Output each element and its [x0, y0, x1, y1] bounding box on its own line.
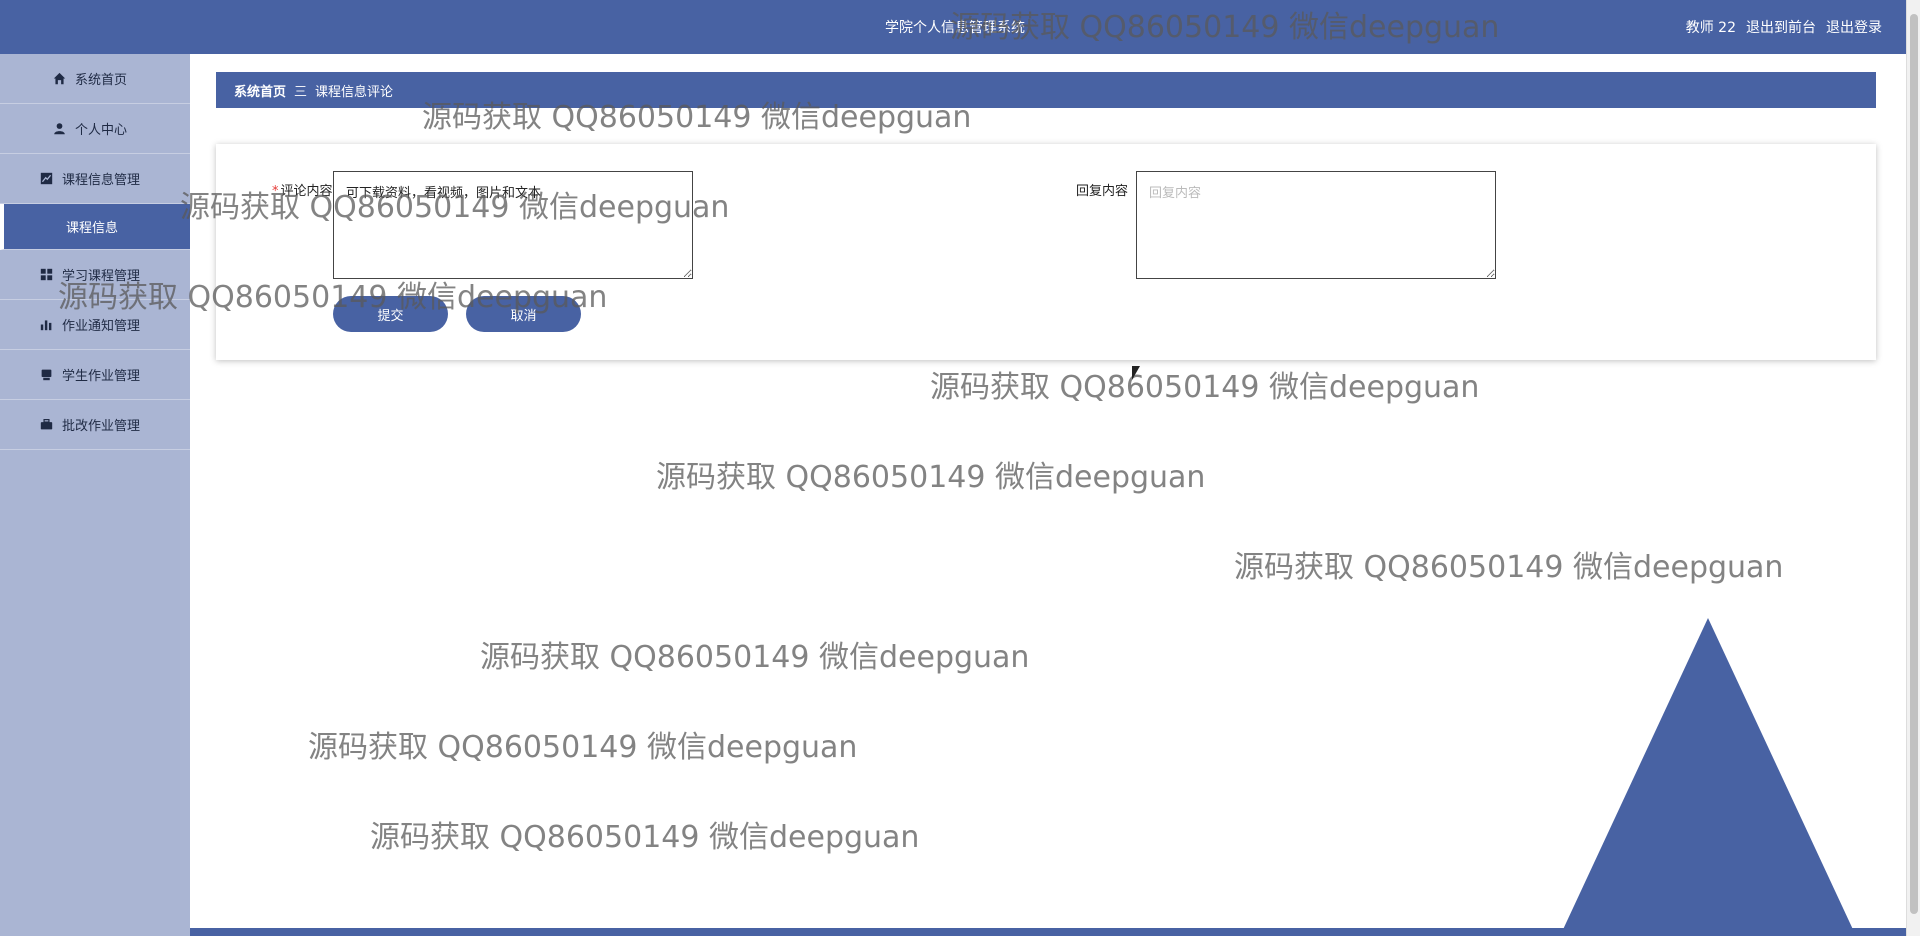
sidebar: 系统首页 个人中心 课程信息管理 课程信息 学习课程管理 作业通知管理 学生作业… — [0, 54, 190, 936]
logout-link[interactable]: 退出登录 — [1826, 17, 1882, 37]
reply-textarea[interactable] — [1136, 171, 1496, 279]
top-bar: 学院个人信息管理系统 教师 22 退出到前台 退出登录 — [0, 0, 1920, 54]
scrollbar-thumb[interactable] — [1910, 14, 1918, 914]
comment-label: * 评论内容 — [272, 184, 333, 199]
watermark-text: 源码获取 QQ86050149 微信deepguan — [656, 460, 1206, 495]
required-mark: * — [272, 184, 279, 199]
footer-strip — [190, 928, 1906, 936]
sidebar-item-student-homework-management[interactable]: 学生作业管理 — [0, 350, 190, 400]
sidebar-item-label: 批改作业管理 — [61, 419, 140, 434]
sidebar-item-label: 学习课程管理 — [61, 269, 140, 284]
user-icon — [53, 122, 67, 136]
watermark-text: 源码获取 QQ86050149 微信deepguan — [370, 820, 920, 855]
current-user: 教师 22 — [1685, 20, 1736, 36]
reply-label: 回复内容 — [1076, 184, 1129, 199]
cancel-button[interactable]: 取消 — [466, 296, 581, 332]
page-scrollbar[interactable] — [1906, 0, 1920, 936]
sidebar-item-label: 课程信息 — [66, 221, 119, 236]
chart-icon — [40, 172, 54, 186]
home-icon — [53, 72, 67, 86]
header-user-area: 教师 22 退出到前台 退出登录 — [1686, 17, 1882, 37]
sidebar-item-grade-homework-management[interactable]: 批改作业管理 — [0, 400, 190, 450]
mouse-cursor-icon — [1132, 366, 1140, 380]
watermark-text: 源码获取 QQ86050149 微信deepguan — [480, 640, 1030, 675]
watermark-text: 源码获取 QQ86050149 微信deepguan — [308, 730, 858, 765]
watermark-text: 源码获取 QQ86050149 微信deepguan — [1234, 550, 1784, 585]
system-title: 学院个人信息管理系统 — [885, 20, 1025, 36]
sidebar-item-label: 系统首页 — [74, 73, 127, 88]
submit-button[interactable]: 提交 — [333, 296, 448, 332]
sidebar-item-course-info-management[interactable]: 课程信息管理 — [0, 154, 190, 204]
sidebar-item-label: 课程信息管理 — [61, 173, 140, 188]
breadcrumb-current: 课程信息评论 — [315, 84, 394, 100]
breadcrumb: 系统首页 三 课程信息评论 — [216, 72, 1876, 108]
breadcrumb-separator-icon: 三 — [294, 84, 308, 100]
decorative-triangle — [1560, 618, 1856, 936]
sidebar-item-label: 个人中心 — [74, 123, 127, 138]
sidebar-item-study-course-management[interactable]: 学习课程管理 — [0, 250, 190, 300]
exit-to-front-link[interactable]: 退出到前台 — [1746, 17, 1816, 37]
tray-icon — [40, 368, 54, 382]
briefcase-icon — [40, 418, 54, 432]
sidebar-item-home[interactable]: 系统首页 — [0, 54, 190, 104]
grid-icon — [40, 268, 54, 282]
breadcrumb-home-link[interactable]: 系统首页 — [234, 81, 286, 100]
comment-form-card: *评论内容 回复内容 提交 取消 — [216, 144, 1876, 360]
sidebar-item-label: 作业通知管理 — [61, 319, 140, 334]
sidebar-subitem-course-info[interactable]: 课程信息 — [0, 204, 190, 250]
sidebar-item-personal-center[interactable]: 个人中心 — [0, 104, 190, 154]
sidebar-item-homework-notice-management[interactable]: 作业通知管理 — [0, 300, 190, 350]
watermark-text: 源码获取 QQ86050149 微信deepguan — [930, 370, 1480, 405]
sidebar-item-label: 学生作业管理 — [61, 369, 140, 384]
bar-chart-icon — [40, 318, 54, 332]
comment-textarea[interactable] — [333, 171, 693, 279]
